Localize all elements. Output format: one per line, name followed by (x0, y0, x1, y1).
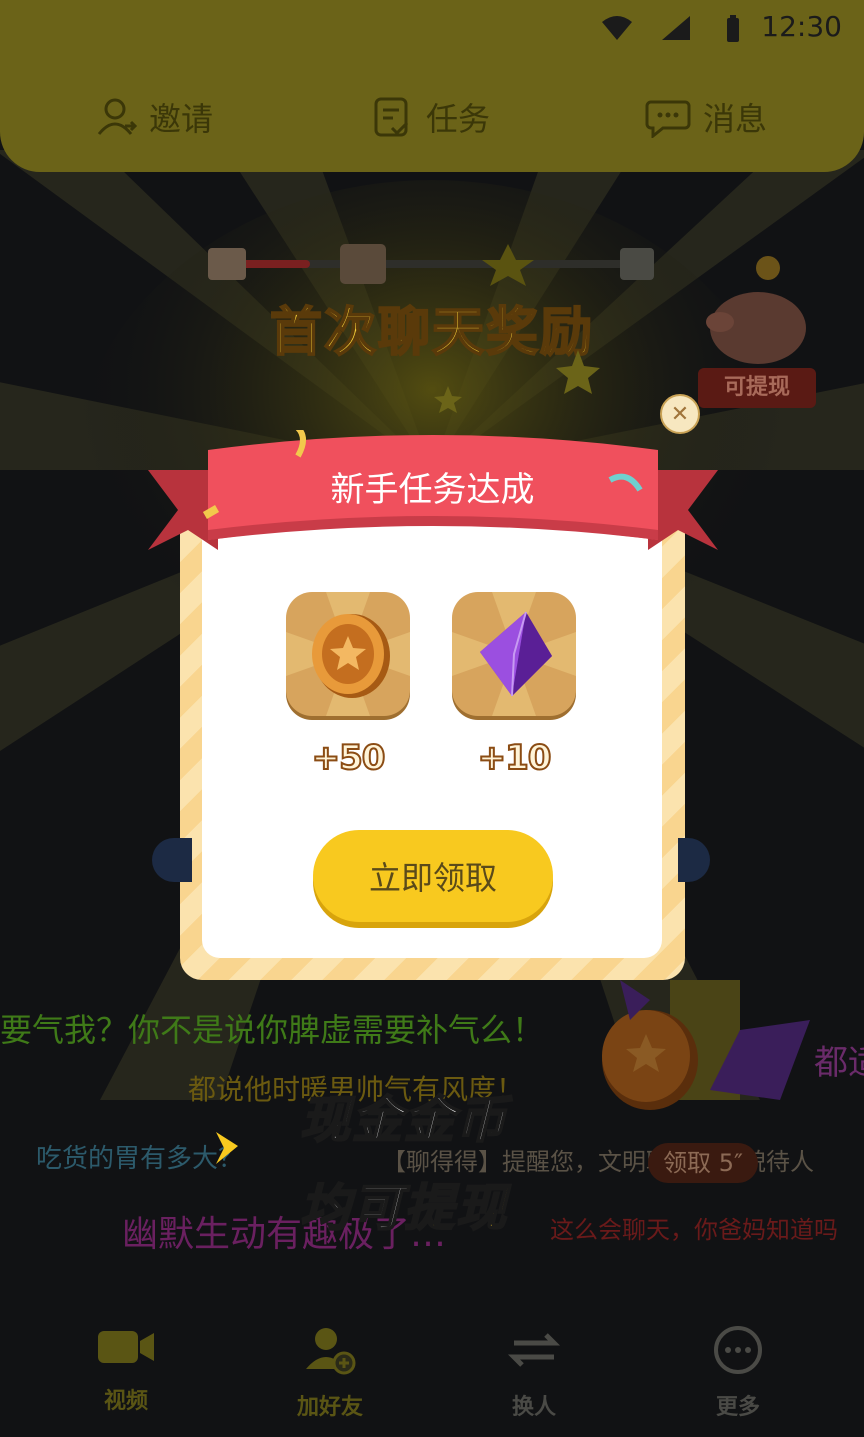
close-button[interactable]: ✕ (660, 394, 700, 434)
messages-button[interactable]: 消息 (645, 92, 767, 142)
comment-3: 都适 (814, 1043, 864, 1083)
gift-icon (208, 248, 246, 280)
withdraw-badge: 可提现 (698, 368, 816, 408)
wifi-icon (602, 16, 632, 40)
comment-7: 这么会聊天，你爸妈知道吗 (550, 1216, 838, 1244)
ribbon-title: 新手任务达成 (330, 470, 535, 510)
switch-arrows-icon (507, 1333, 561, 1367)
more-icon (714, 1326, 762, 1374)
messages-label: 消息 (703, 100, 768, 138)
hidden-pill-left (152, 838, 192, 882)
piggy-bank-withdraw[interactable]: 可提现 (698, 250, 818, 410)
task-progress-track (208, 244, 654, 286)
nav-add-friend[interactable]: 加好友 (260, 1325, 400, 1421)
status-time: 12:30 (761, 10, 842, 43)
invite-label: 邀请 (149, 100, 214, 138)
task-list-icon (374, 97, 409, 137)
nav-add-friend-label: 加好友 (296, 1395, 363, 1420)
gem-reward-tile (452, 592, 576, 716)
gift-icon (340, 244, 386, 284)
coin-amount: +50 (311, 737, 387, 779)
top-bar: 12:30 邀请 任务 消息 (0, 0, 864, 172)
nav-switch-label: 换人 (511, 1395, 556, 1420)
nav-video-label: 视频 (103, 1389, 148, 1414)
sparkle-icon (216, 1132, 238, 1164)
add-friend-icon (306, 1328, 356, 1375)
nav-switch[interactable]: 换人 (464, 1325, 604, 1421)
video-camera-icon (98, 1331, 154, 1363)
close-icon: ✕ (670, 401, 690, 427)
sparkle-decoration (434, 350, 600, 413)
signal-icon (662, 16, 690, 40)
gem-icon (452, 592, 576, 716)
nav-more-label: 更多 (715, 1395, 760, 1420)
gift-icon (620, 248, 654, 280)
gem-amount: +10 (477, 737, 553, 779)
claim-countdown[interactable]: 领取 5″ (648, 1143, 758, 1183)
promo-line-1: 现金金币 (299, 1090, 508, 1150)
comment-1: 要气我？你不是说你脾虚需要补气么！ (0, 1011, 545, 1049)
coin-reward-tile (286, 592, 410, 716)
claim-label: 立即领取 (368, 859, 497, 897)
star-icon (482, 244, 534, 286)
coin-icon (286, 592, 410, 716)
nav-more[interactable]: 更多 (668, 1325, 808, 1421)
tasks-label: 任务 (426, 100, 491, 138)
chat-bubble-icon (645, 100, 691, 138)
claim-button[interactable]: 立即领取 (313, 830, 553, 922)
piggy-bank-icon (706, 256, 806, 364)
invite-button[interactable]: 邀请 (95, 92, 213, 142)
battery-icon (727, 15, 739, 42)
invite-icon (97, 98, 137, 135)
tasks-button[interactable]: 任务 (372, 92, 490, 142)
nav-video[interactable]: 视频 (56, 1325, 196, 1415)
promo-line-2: 均可提现 (299, 1178, 508, 1238)
